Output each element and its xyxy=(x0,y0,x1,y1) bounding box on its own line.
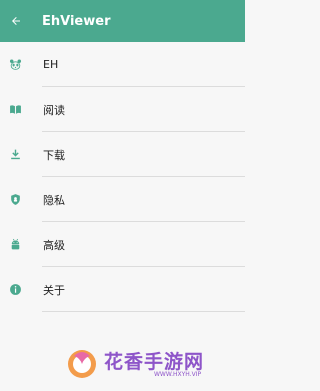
settings-item-download[interactable]: 下载 xyxy=(0,132,245,177)
page-title: EhViewer xyxy=(42,13,111,29)
flower-logo-icon xyxy=(68,350,96,378)
settings-item-label: 高级 xyxy=(43,238,65,252)
settings-item-about[interactable]: 关于 xyxy=(0,267,245,312)
settings-item-read[interactable]: 阅读 xyxy=(0,87,245,132)
watermark: 花香手游网 WWW.HXYH.VIP xyxy=(64,344,239,384)
app-toolbar: EhViewer xyxy=(0,0,245,42)
watermark-url: WWW.HXYH.VIP xyxy=(154,371,202,378)
settings-item-advanced[interactable]: 高级 xyxy=(0,222,245,267)
settings-item-label: 下载 xyxy=(43,148,65,162)
arrow-left-icon xyxy=(12,17,20,25)
settings-item-label: 隐私 xyxy=(43,193,65,207)
book-open-icon xyxy=(8,103,22,117)
settings-list: EH 阅读 下载 隐私 高级 关于 xyxy=(0,42,245,312)
settings-item-label: 关于 xyxy=(43,283,65,297)
settings-item-eh[interactable]: EH xyxy=(0,42,245,87)
panda-icon xyxy=(8,58,22,72)
settings-item-label: EH xyxy=(43,58,59,71)
android-icon xyxy=(8,238,22,252)
shield-icon xyxy=(8,193,22,207)
back-button[interactable] xyxy=(0,0,32,42)
watermark-text: 花香手游网 xyxy=(104,351,205,373)
settings-item-label: 阅读 xyxy=(43,103,65,117)
settings-item-privacy[interactable]: 隐私 xyxy=(0,177,245,222)
info-icon xyxy=(8,283,22,297)
download-icon xyxy=(8,148,22,162)
divider xyxy=(42,311,245,312)
